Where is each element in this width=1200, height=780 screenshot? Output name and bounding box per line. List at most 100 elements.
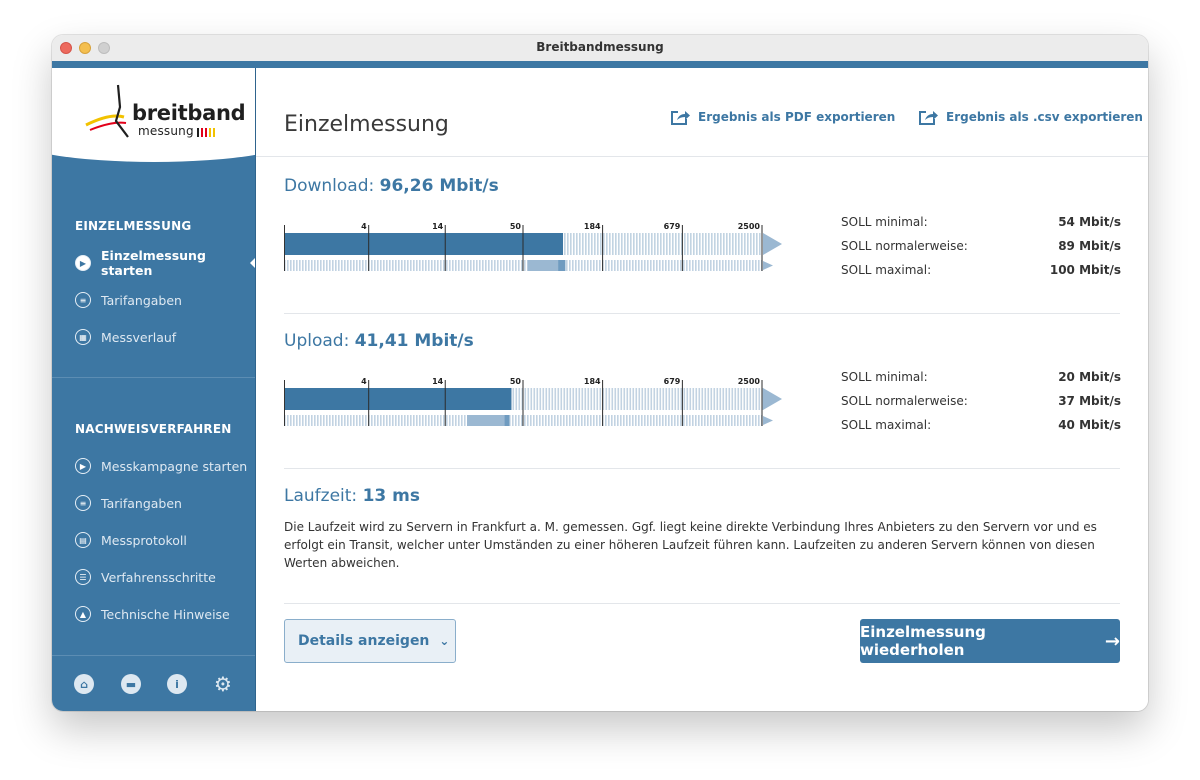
scale-stripe (413, 415, 415, 426)
sidebar-item-messprotokoll[interactable]: ▤ Messprotokoll (75, 530, 255, 550)
scale-stripe (314, 260, 316, 271)
section-divider (284, 603, 1120, 604)
export-pdf-button[interactable]: Ergebnis als PDF exportieren (670, 109, 895, 125)
scale-stripe (668, 415, 670, 426)
scale-stripe (752, 415, 754, 426)
scale-stripe (491, 260, 493, 271)
soll-value: 54 Mbit/s (1058, 215, 1121, 229)
calendar-icon: ▦ (75, 329, 91, 345)
scale-stripe (545, 388, 548, 410)
scale-stripe (293, 260, 295, 271)
sidebar-item-label: Verfahrensschritte (101, 569, 216, 585)
scale-stripe (554, 415, 556, 426)
scale-stripe (728, 415, 730, 426)
scale-stripe (695, 388, 698, 410)
upload-soll-table: SOLL minimal: 20 Mbit/s SOLL normalerwei… (841, 365, 1121, 437)
scale-stripe (524, 260, 526, 271)
scale-stripe (758, 388, 761, 410)
home-icon[interactable]: ⌂ (74, 674, 94, 694)
scale-stripe (554, 388, 557, 410)
sidebar-item-tarifangaben[interactable]: ≡ Tarifangaben (75, 290, 255, 310)
scale-stripe (356, 415, 358, 426)
scale-stripe (750, 233, 752, 255)
upload-title: Upload: 41,41 Mbit/s (284, 331, 474, 351)
app-window: Breitbandmessung breitband messung EINZE… (52, 35, 1148, 711)
settings-icon[interactable]: ⚙ (213, 672, 233, 696)
sidebar-item-technische-hinweise[interactable]: ▲ Technische Hinweise (75, 604, 255, 624)
scale-stripe (521, 260, 523, 271)
export-csv-button[interactable]: Ergebnis als .csv exportieren (918, 109, 1143, 125)
scale-stripe (614, 260, 616, 271)
scale-stripe (524, 388, 527, 410)
scale-stripe (512, 415, 514, 426)
soll-label: SOLL normalerweise: (841, 394, 968, 408)
scale-stripe (530, 388, 533, 410)
scale-stripe (692, 388, 695, 410)
scale-tick-label: 50 (510, 377, 522, 386)
scale-stripe (305, 260, 307, 271)
repeat-measurement-button[interactable]: Einzelmessung wiederholen → (860, 619, 1120, 663)
scale-stripe (566, 415, 568, 426)
sidebar-item-messkampagne-starten[interactable]: ▶ Messkampagne starten (75, 456, 255, 476)
details-button[interactable]: Details anzeigen ⌄ (284, 619, 456, 663)
scale-stripe (461, 260, 463, 271)
breitbandmessung-logo: breitband messung (80, 81, 246, 141)
scale-stripe (675, 233, 677, 255)
scale-stripe (425, 260, 427, 271)
scale-stripe (728, 260, 730, 271)
scale-stripe (743, 415, 745, 426)
scale-stripe (737, 388, 740, 410)
scale-stripe (371, 415, 373, 426)
scale-stripe (356, 260, 358, 271)
sidebar-item-messverlauf[interactable]: ▦ Messverlauf (75, 327, 255, 347)
scale-stripe (743, 388, 746, 410)
scale-stripe (512, 260, 514, 271)
scale-stripe (392, 415, 394, 426)
scale-stripe (518, 415, 520, 426)
scale-stripe (656, 388, 659, 410)
sidebar-item-einzelmessung-starten[interactable]: ▶ Einzelmessung starten (75, 248, 255, 278)
sidebar-item-tarifangaben-2[interactable]: ≡ Tarifangaben (75, 493, 255, 513)
chat-icon[interactable]: ▬ (121, 674, 141, 694)
scale-stripe (584, 415, 586, 426)
play-icon: ▶ (75, 255, 91, 271)
scale-stripe (600, 233, 602, 255)
scale-stripe (329, 260, 331, 271)
sidebar-item-verfahrensschritte[interactable]: ☰ Verfahrensschritte (75, 567, 255, 587)
scale-stripe (413, 260, 415, 271)
scale-stripe (422, 260, 424, 271)
scale-stripe (737, 260, 739, 271)
scale-stripe (338, 415, 340, 426)
scale-stripe (678, 233, 680, 255)
soll-value: 89 Mbit/s (1058, 239, 1121, 253)
tariff-icon: ≡ (75, 292, 91, 308)
scale-stripe (666, 233, 668, 255)
scale-stripe (386, 260, 388, 271)
sidebar-item-label: Tarifangaben (101, 495, 182, 511)
scale-stripe (609, 233, 611, 255)
scale-stripe (488, 260, 490, 271)
scale-stripe (509, 260, 511, 271)
scale-stripe (617, 388, 620, 410)
chevron-down-icon: ⌄ (439, 634, 450, 648)
scale-stripe (371, 260, 373, 271)
scale-stripe (620, 415, 622, 426)
scale-stripe (629, 260, 631, 271)
info-icon[interactable]: i (167, 674, 187, 694)
scale-stripe (332, 415, 334, 426)
scale-stripe (638, 415, 640, 426)
main-content: Einzelmessung Ergebnis als PDF exportier… (256, 68, 1148, 711)
scale-stripe (314, 415, 316, 426)
scale-stripe (335, 415, 337, 426)
scale-stripe (623, 388, 626, 410)
download-soll-min-row: SOLL minimal: 54 Mbit/s (841, 210, 1121, 234)
scale-stripe (344, 260, 346, 271)
scale-tick-label: 4 (361, 222, 367, 231)
scale-stripe (320, 260, 322, 271)
scale-stripe (347, 260, 349, 271)
scale-stripe (380, 415, 382, 426)
scale-stripe (434, 260, 436, 271)
scale-stripe (698, 415, 700, 426)
scale-stripe (704, 388, 707, 410)
scale-stripe (573, 233, 575, 255)
